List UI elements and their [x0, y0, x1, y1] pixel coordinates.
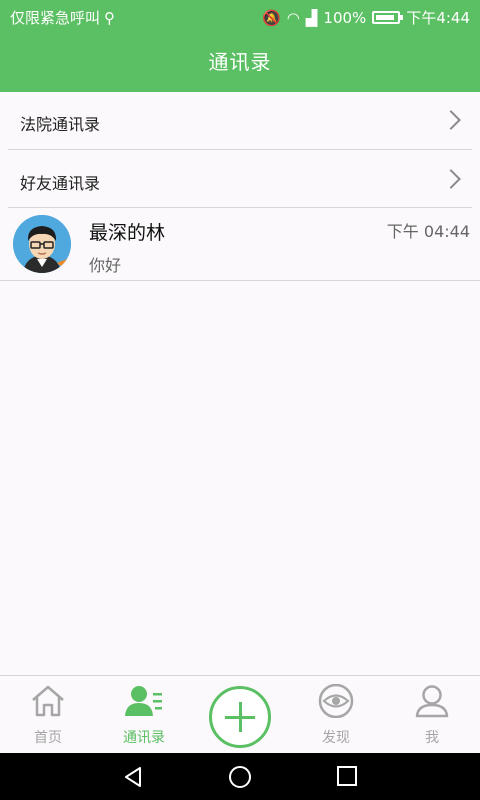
- mute-icon: 🔕: [262, 8, 281, 27]
- status-right: 🔕 ◠ ▟ 100% 下午4:44: [262, 7, 470, 28]
- recents-icon[interactable]: [336, 765, 358, 787]
- chat-last-message: 你好: [89, 256, 122, 275]
- home-icon: [32, 685, 64, 717]
- signal-icon: ▟: [305, 8, 318, 27]
- divider: [0, 280, 480, 281]
- app-header: 仅限紧急呼叫 ⚲ 🔕 ◠ ▟ 100% 下午4:44 通讯录: [0, 0, 480, 92]
- status-left: 仅限紧急呼叫 ⚲: [10, 7, 115, 28]
- status-bar: 仅限紧急呼叫 ⚲ 🔕 ◠ ▟ 100% 下午4:44: [0, 0, 480, 32]
- status-time: 下午4:44: [406, 9, 470, 27]
- avatar: [13, 215, 71, 273]
- chat-timestamp: 下午 04:44: [386, 222, 470, 241]
- add-button[interactable]: [209, 686, 271, 748]
- back-icon[interactable]: [121, 765, 145, 789]
- friends-contacts-row[interactable]: 好友通讯录: [0, 150, 480, 207]
- nav-home[interactable]: 首页: [0, 676, 96, 754]
- court-contacts-row[interactable]: 法院通讯录: [0, 92, 480, 149]
- battery-icon: [372, 11, 404, 24]
- home-circle-icon[interactable]: [228, 765, 252, 789]
- nav-contacts-label: 通讯录: [123, 730, 165, 746]
- system-nav-bar: [0, 753, 480, 800]
- nav-home-label: 首页: [34, 730, 62, 746]
- avatar-image: [13, 215, 71, 273]
- chevron-right-icon: [441, 110, 461, 130]
- nav-me[interactable]: 我: [384, 676, 480, 754]
- wifi-icon: ◠: [286, 8, 300, 27]
- court-contacts-label: 法院通讯录: [20, 115, 101, 134]
- page-title: 通讯录: [208, 50, 272, 74]
- chat-contact-name: 最深的林: [89, 222, 166, 244]
- person-icon: [415, 685, 449, 718]
- chevron-right-icon: [441, 169, 461, 189]
- eye-icon: [318, 684, 354, 718]
- nav-contacts[interactable]: 通讯录: [96, 676, 192, 754]
- battery-percent: 100%: [323, 8, 367, 27]
- nav-me-label: 我: [425, 730, 439, 746]
- usb-icon: ⚲: [104, 8, 116, 27]
- carrier-text: 仅限紧急呼叫: [10, 9, 101, 27]
- nav-discover-label: 发现: [322, 730, 350, 746]
- contacts-icon: [125, 686, 162, 716]
- friends-contacts-label: 好友通讯录: [20, 174, 101, 193]
- nav-discover[interactable]: 发现: [288, 676, 384, 754]
